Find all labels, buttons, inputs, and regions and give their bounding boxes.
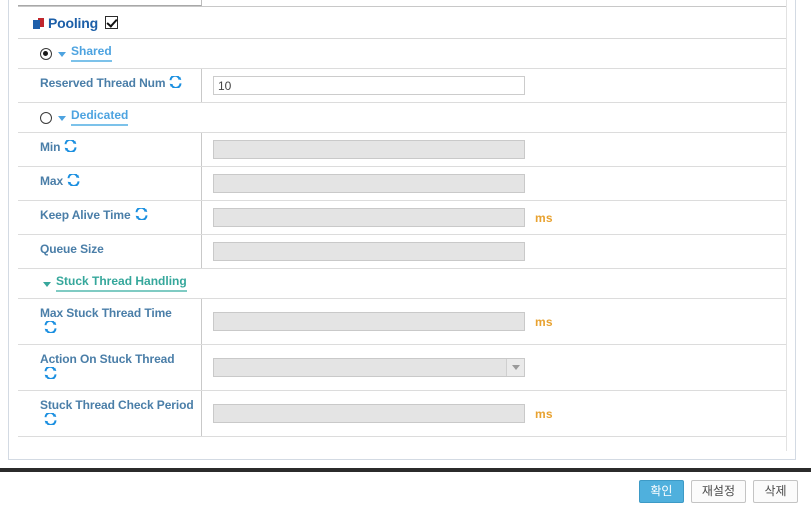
chevron-down-icon-dedicated[interactable] (58, 116, 66, 121)
group-label-shared: Shared (71, 45, 112, 62)
field-row-reserved-thread-num: Reserved Thread Num (18, 69, 786, 103)
field-label-cell: Reserved Thread Num (18, 69, 202, 102)
unit-label: ms (535, 314, 553, 329)
field-value-cell (202, 133, 786, 166)
field-label-cell: Min (18, 133, 202, 166)
field-value-cell (202, 235, 786, 268)
field-label: Min (40, 140, 61, 154)
refresh-icon[interactable] (135, 208, 148, 220)
section-header-pooling: Pooling (18, 7, 786, 39)
field-label: Reserved Thread Num (40, 76, 166, 90)
radio-dedicated[interactable] (40, 111, 52, 124)
field-value-cell (202, 167, 786, 200)
field-label-cell: Action On Stuck Thread (18, 345, 202, 390)
field-row-max-stuck-thread-time: Max Stuck Thread Time ms (18, 299, 786, 345)
refresh-icon[interactable] (67, 174, 80, 186)
group-header-dedicated[interactable]: Dedicated (18, 103, 786, 133)
unit-label: ms (535, 406, 553, 421)
group-header-shared[interactable]: Shared (18, 39, 786, 69)
field-label-cell: Keep Alive Time (18, 201, 202, 234)
pooling-settings-panel: Pooling Shared Reserved Thread Num Dedic… (8, 0, 796, 460)
field-label-cell: Queue Size (18, 235, 202, 268)
field-value-cell: ms (202, 391, 786, 436)
delete-button[interactable]: 삭제 (753, 479, 798, 503)
field-label: Max Stuck Thread Time (40, 306, 172, 320)
field-label: Queue Size (40, 242, 104, 256)
keep-alive-time-input[interactable] (213, 208, 525, 227)
field-row-queue-size: Queue Size (18, 235, 786, 269)
field-row-stuck-thread-check-period: Stuck Thread Check Period ms (18, 391, 786, 437)
field-row-max: Max (18, 167, 786, 201)
pooling-blocks-icon (33, 18, 44, 29)
field-value-cell: ms (202, 299, 786, 344)
reserved-thread-num-input[interactable] (213, 76, 525, 95)
table-top-stub-left-cell (18, 0, 202, 6)
radio-shared[interactable] (40, 47, 52, 60)
table-top-stub (18, 0, 786, 7)
confirm-button[interactable]: 확인 (638, 479, 684, 503)
field-value-cell: ms (202, 201, 786, 234)
field-label-cell: Stuck Thread Check Period (18, 391, 202, 436)
footer-toolbar: 확인 재설정 삭제 (0, 472, 811, 510)
section-title: Pooling (48, 14, 98, 31)
chevron-down-icon[interactable] (506, 359, 524, 376)
reset-button[interactable]: 재설정 (690, 479, 746, 503)
pooling-enabled-checkbox[interactable] (104, 16, 118, 29)
queue-size-input[interactable] (213, 242, 525, 261)
field-label: Action On Stuck Thread (40, 352, 175, 366)
max-input[interactable] (213, 174, 525, 193)
min-input[interactable] (213, 140, 525, 159)
group-header-stuck-thread-handling[interactable]: Stuck Thread Handling (18, 269, 786, 299)
refresh-icon[interactable] (44, 321, 57, 333)
stuck-thread-check-period-input[interactable] (213, 404, 525, 423)
refresh-icon[interactable] (44, 367, 57, 379)
chevron-down-icon-shared[interactable] (58, 52, 66, 57)
field-row-min: Min (18, 133, 786, 167)
refresh-icon[interactable] (44, 413, 57, 425)
field-label: Keep Alive Time (40, 208, 131, 222)
field-value-cell (202, 345, 786, 390)
field-row-action-on-stuck-thread: Action On Stuck Thread (18, 345, 786, 391)
field-label-cell: Max Stuck Thread Time (18, 299, 202, 344)
field-label: Max (40, 174, 64, 188)
field-row-keep-alive-time: Keep Alive Time ms (18, 201, 786, 235)
group-label-dedicated: Dedicated (71, 109, 129, 126)
field-value-cell (202, 69, 786, 102)
chevron-down-icon-stuck-thread-handling[interactable] (43, 282, 51, 287)
unit-label: ms (535, 210, 553, 225)
refresh-icon[interactable] (169, 76, 182, 88)
field-label: Stuck Thread Check Period (40, 398, 194, 412)
action-on-stuck-thread-select[interactable] (213, 358, 525, 377)
refresh-icon[interactable] (64, 140, 77, 152)
panel-scroll-area: Pooling Shared Reserved Thread Num Dedic… (18, 0, 787, 451)
max-stuck-thread-time-input[interactable] (213, 312, 525, 331)
field-label-cell: Max (18, 167, 202, 200)
group-label-stuck-thread-handling: Stuck Thread Handling (56, 275, 187, 292)
